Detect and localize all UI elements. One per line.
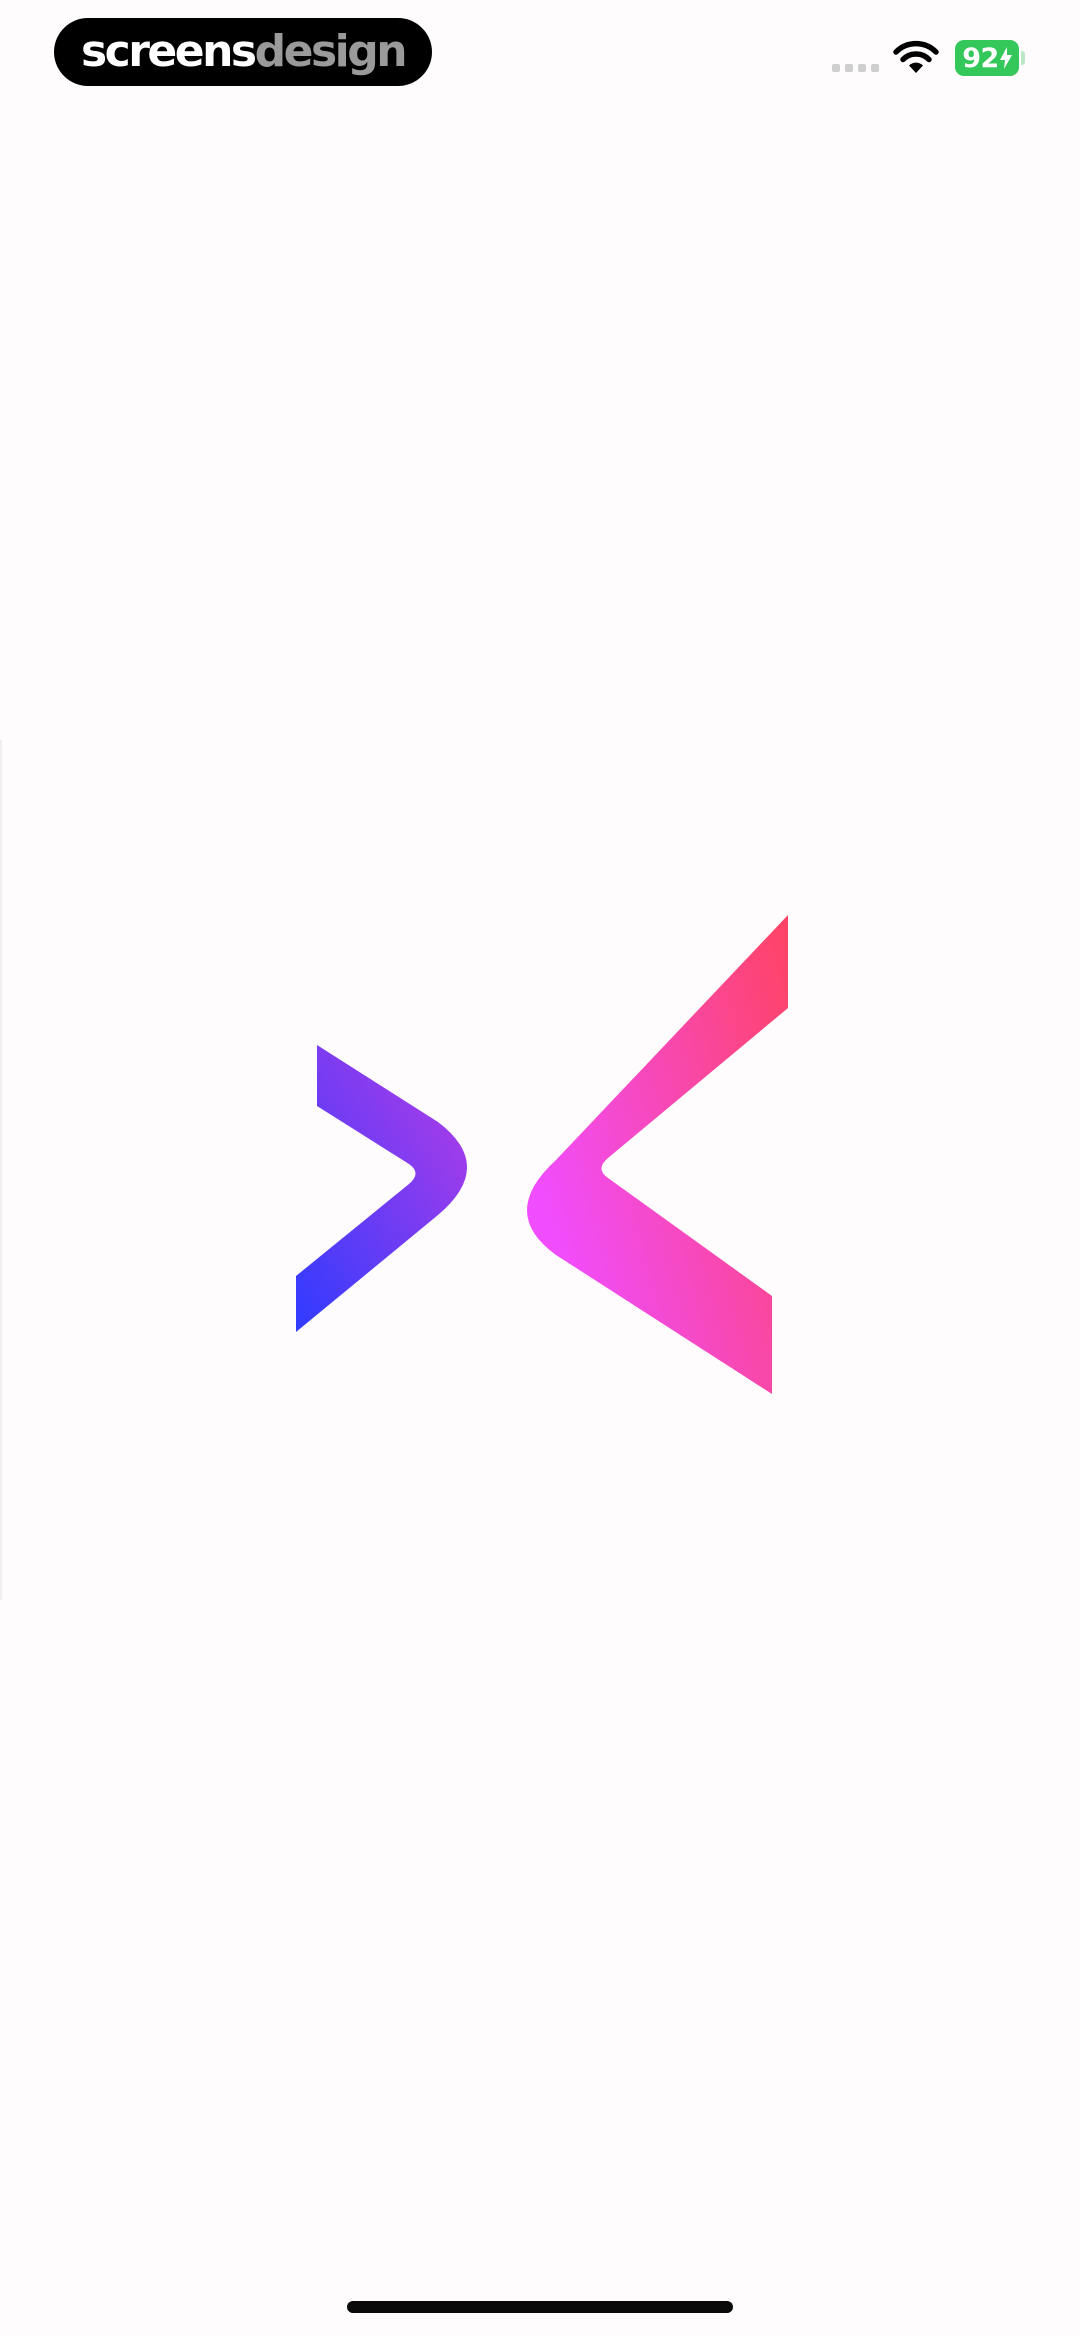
logo-left-chevron	[296, 1045, 467, 1332]
edge-divider	[0, 740, 2, 1600]
battery-tip	[1021, 51, 1025, 65]
wifi-icon	[893, 40, 939, 73]
home-indicator-bar	[347, 2301, 733, 2313]
brand-word-screens: screens	[80, 26, 257, 77]
logo-right-chevron	[527, 915, 788, 1394]
brand-word-design: design	[254, 26, 408, 77]
battery-level: 92	[962, 42, 999, 74]
status-bar: screens design 92	[0, 0, 1080, 110]
app-logo-icon	[296, 915, 788, 1394]
cellular-signal-icon	[832, 64, 879, 72]
battery-charging-icon: 92	[955, 40, 1019, 76]
screensdesign-badge: screens design	[54, 18, 432, 86]
charging-bolt-icon	[999, 47, 1012, 69]
